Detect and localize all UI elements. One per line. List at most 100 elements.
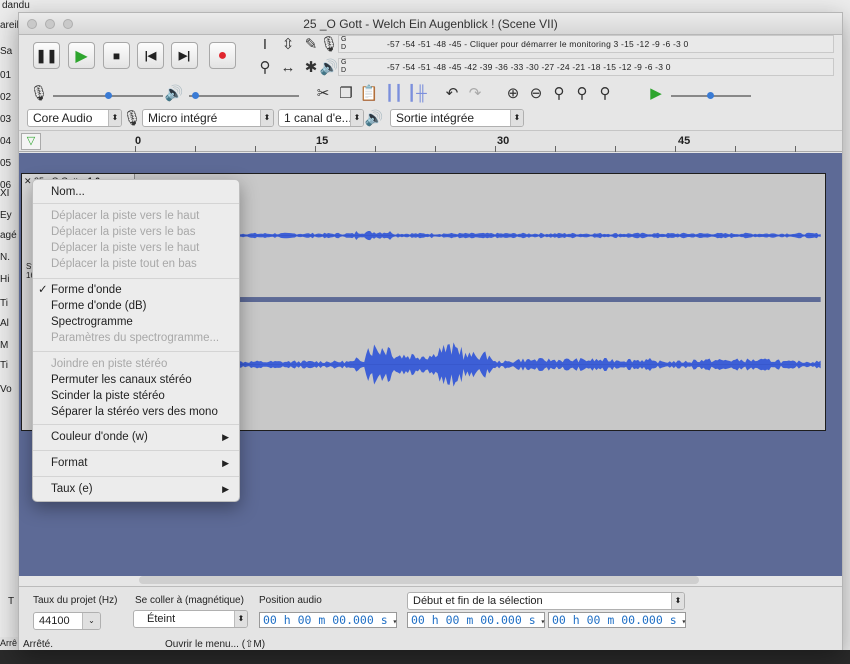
selection-end-field[interactable]: 00 h 00 m 00.000 s ▾ (548, 612, 686, 628)
ruler-tick (315, 146, 316, 152)
slider-knob[interactable] (105, 92, 112, 99)
background-sidebar-item: agé (0, 230, 17, 241)
mic-volume-icon: 🎙 (29, 85, 49, 102)
background-sidebar-item: M (0, 340, 9, 351)
trim-icon[interactable]: ┃┃ (384, 83, 404, 103)
title-bar: 25 _O Gott - Welch Ein Augenblick ! (Sce… (19, 13, 842, 35)
menu-item[interactable]: Taux (e) ▶ (33, 482, 239, 497)
input-device-icon: 🎙 (122, 110, 142, 127)
input-device-select[interactable]: Micro intégré ⬍ (142, 109, 274, 127)
background-sidebar-item: Ey (0, 210, 12, 221)
zoom-out-icon[interactable]: ⊖ (526, 83, 546, 103)
paste-icon[interactable]: 📋 (359, 83, 379, 103)
output-volume-icon: 🔊 (164, 85, 184, 102)
play-at-speed-icon[interactable]: ▶ (646, 83, 666, 103)
playback-volume-slider[interactable] (189, 92, 299, 99)
selection-start-field[interactable]: 00 h 00 m 00.000 s ▾ (407, 612, 545, 628)
skip-end-button[interactable]: ▶| (171, 42, 198, 69)
microphone-icon: 🎙 (319, 36, 339, 53)
chevron-down-icon: ⬍ (108, 110, 121, 126)
horizontal-scrollbar[interactable] (139, 576, 699, 584)
menu-item-label: Déplacer la piste vers le bas (51, 226, 196, 238)
slider-knob[interactable] (192, 92, 199, 99)
chevron-down-icon: ⬍ (510, 110, 523, 126)
record-button[interactable]: ● (209, 42, 236, 69)
menu-item[interactable]: Nom... (33, 185, 239, 200)
submenu-arrow-icon: ▶ (222, 484, 229, 494)
multi-tool-icon[interactable]: ✱ (301, 57, 321, 77)
snap-select[interactable]: Éteint ⬍ (133, 610, 248, 628)
copy-icon[interactable]: ❐ (336, 83, 356, 103)
menu-item-label: Couleur d'onde (w) (51, 431, 148, 443)
input-channels-select[interactable]: 1 canal d'e... ⬍ (278, 109, 364, 127)
skip-start-button[interactable]: |◀ (137, 42, 164, 69)
play-button[interactable]: ▶ (68, 42, 95, 69)
slider-knob[interactable] (707, 92, 714, 99)
pause-button[interactable]: ❚❚ (33, 42, 60, 69)
timeshift-tool-icon[interactable]: ↔ (278, 57, 298, 77)
ruler-tick-label: 15 (316, 135, 329, 147)
ruler-tick (435, 146, 436, 152)
menu-item-label: Séparer la stéréo vers des mono (51, 406, 218, 418)
timeline-ruler[interactable]: ▽ 0 15 30 45 (19, 130, 842, 152)
submenu-arrow-icon: ▶ (222, 458, 229, 468)
chevron-down-icon: ⬍ (260, 110, 273, 126)
project-rate-label: Taux du projet (Hz) (33, 595, 118, 606)
play-speed-slider[interactable] (671, 92, 751, 99)
background-sidebar-item: 01 (0, 70, 12, 81)
chevron-down-icon: ⌄ (82, 613, 100, 629)
project-rate-select[interactable]: 44100 ⌄ (33, 612, 101, 630)
menu-item[interactable]: Spectrogramme (33, 315, 239, 330)
menu-item[interactable]: ✓ Forme d'onde (33, 283, 239, 298)
menu-item[interactable]: Scinder la piste stéréo (33, 389, 239, 404)
menu-item[interactable]: Format ▶ (33, 456, 239, 471)
background-sidebar-item: 05 (0, 158, 12, 169)
track-context-menu: Nom... Déplacer la piste vers le haut Dépl… (32, 179, 240, 502)
zoom-tool-icon[interactable]: ⚲ (255, 57, 275, 77)
background-sidebar-item: 03 (0, 114, 12, 125)
background-label: T (8, 596, 15, 607)
envelope-tool-icon[interactable]: ⇳ (278, 34, 298, 54)
menu-item-label: Spectrogramme (51, 316, 133, 328)
menu-item-label: Nom... (51, 186, 85, 198)
record-volume-slider[interactable] (53, 92, 163, 99)
zoom-in-icon[interactable]: ⊕ (503, 83, 523, 103)
stop-button[interactable]: ■ (103, 42, 130, 69)
selection-mode-select[interactable]: Début et fin de la sélection ⬍ (407, 592, 685, 610)
output-device-select[interactable]: Sortie intégrée ⬍ (390, 109, 524, 127)
pause-icon: ❚❚ (35, 47, 58, 63)
status-text: Arrêté. (23, 639, 54, 650)
background-sidebar-item: Vo (0, 384, 12, 395)
submenu-arrow-icon: ▶ (222, 432, 229, 442)
ruler-tick (555, 146, 556, 152)
menu-item[interactable]: Forme d'onde (dB) (33, 299, 239, 314)
silence-icon[interactable]: ┃╫ (407, 83, 427, 103)
ruler-tick (195, 146, 196, 152)
window-title: 25 _O Gott - Welch Ein Augenblick ! (Sce… (303, 17, 558, 31)
redo-icon[interactable]: ↷ (465, 83, 485, 103)
record-meter[interactable]: GD -57 -54 -51 -48 -45 - Cliquer pour dé… (338, 35, 834, 53)
fit-selection-icon[interactable]: ⚲ (549, 83, 569, 103)
menu-separator (33, 351, 239, 352)
record-icon: ● (217, 46, 228, 64)
draw-tool-icon[interactable]: ✎ (301, 34, 321, 54)
menu-item-label: Joindre en piste stéréo (51, 358, 168, 370)
menu-item[interactable]: Couleur d'onde (w) ▶ (33, 430, 239, 445)
menu-item[interactable]: Séparer la stéréo vers des mono (33, 405, 239, 420)
background-sidebar-item: XI (0, 188, 10, 199)
fit-project-icon[interactable]: ⚲ (572, 83, 592, 103)
menu-item[interactable]: Permuter les canaux stéréo (33, 373, 239, 388)
background-sidebar-item: N. (0, 252, 10, 263)
selection-tool-icon[interactable]: I (255, 34, 275, 54)
cut-icon[interactable]: ✂ (313, 83, 333, 103)
ruler-tick (255, 146, 256, 152)
audio-host-select[interactable]: Core Audio ⬍ (27, 109, 122, 127)
ruler-tick-label: 45 (678, 135, 691, 147)
menu-item-label: Déplacer la piste tout en bas (51, 258, 197, 270)
zoom-toggle-icon[interactable]: ⚲ (595, 83, 615, 103)
undo-icon[interactable]: ↶ (442, 83, 462, 103)
audio-position-field[interactable]: 00 h 00 m 00.000 s ▾ (259, 612, 397, 628)
menu-item: Paramètres du spectrogramme... (33, 331, 239, 346)
playback-meter[interactable]: GD -57 -54 -51 -48 -45 -42 -39 -36 -33 -… (338, 58, 834, 76)
pin-playhead-icon[interactable]: ▽ (21, 133, 41, 150)
